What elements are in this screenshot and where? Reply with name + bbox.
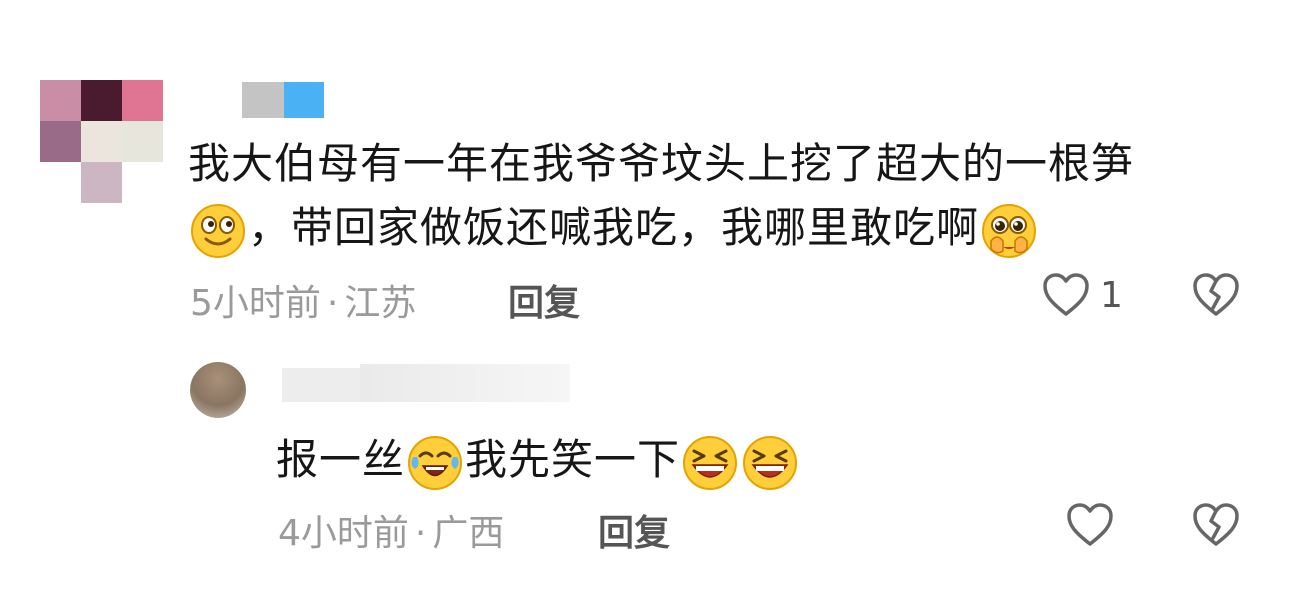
timestamp: 4小时前 [278,513,409,554]
comment-body-line2: ，带回家做饭还喊我吃，我哪里敢吃啊 [188,198,1039,259]
comment-body: 报一丝 我先笑一下 [276,430,800,491]
comment-meta: 4小时前 · 广西 [278,504,504,556]
meta-separator: · [326,283,339,324]
meta-separator: · [414,513,427,554]
comment-text-segment: 我先笑一下 [465,435,681,484]
heart-icon [1043,273,1089,316]
avatar[interactable] [40,80,163,203]
comment-meta: 5小时前 · 江苏 [190,274,416,326]
comment-text-line: 我大伯母有一年在我爷爷坟头上挖了超大的一根笋 [188,139,1135,188]
username-blurred[interactable] [282,364,572,404]
comment-text-line: ，带回家做饭还喊我吃，我哪里敢吃啊 [248,203,980,252]
crying-laughing-icon [407,435,463,491]
comment-text-segment: 报一丝 [276,435,406,484]
comment-body: 我大伯母有一年在我爷爷坟头上挖了超大的一根笋 [188,134,1134,194]
comment-thread: 我大伯母有一年在我爷爷坟头上挖了超大的一根笋 ，带回家做饭还喊我吃，我哪里敢吃啊 [0,0,1293,600]
timestamp: 5小时前 [190,283,321,324]
location: 广西 [432,513,505,554]
dislike-button[interactable] [1192,502,1240,548]
username-blurred[interactable] [200,80,330,120]
broken-heart-icon [1193,273,1239,316]
reply-button[interactable]: 回复 [598,504,670,556]
avatar[interactable] [190,362,246,418]
heart-icon [1067,503,1113,546]
like-button[interactable] [1066,502,1114,548]
reply-button[interactable]: 回复 [508,274,580,326]
grinning-squint-icon [682,435,738,491]
like-count: 1 [1100,274,1123,316]
dislike-button[interactable] [1192,272,1240,318]
smirk-face-icon [190,203,246,259]
grinning-squint-icon [742,435,798,491]
broken-heart-icon [1193,503,1239,546]
like-button[interactable]: 1 [1042,272,1123,318]
holding-back-tears-icon [981,203,1037,259]
location: 江苏 [344,283,417,324]
